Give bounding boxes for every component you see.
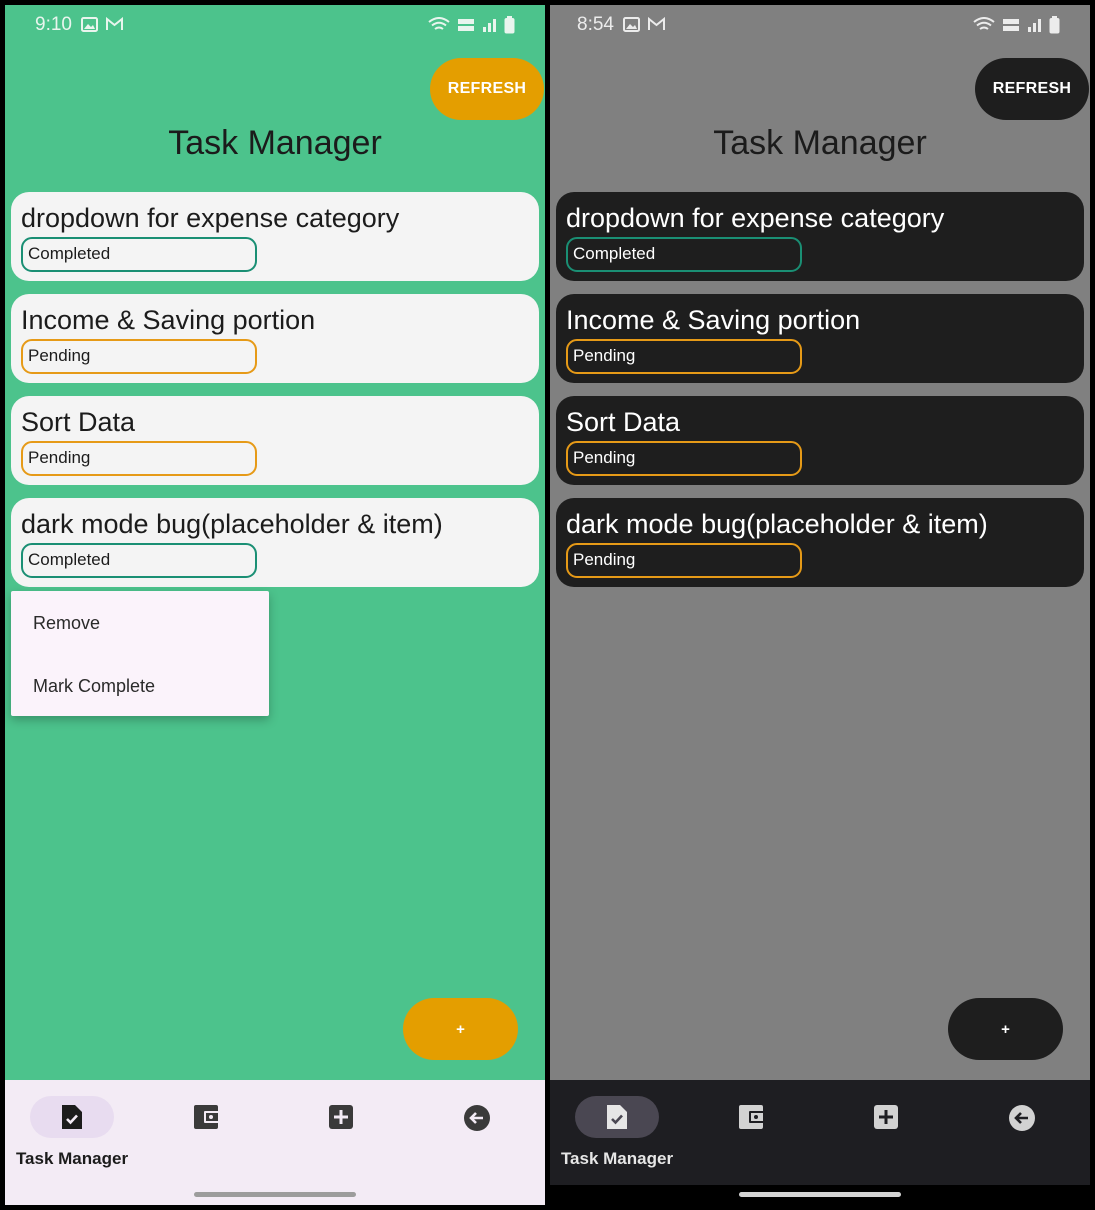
nav-label: Task Manager bbox=[15, 1149, 129, 1168]
nav-item-back[interactable] bbox=[410, 1080, 544, 1185]
add-task-fab[interactable]: + bbox=[403, 998, 518, 1060]
task-card[interactable]: Sort Data Pending bbox=[11, 396, 539, 485]
dark-theme-screen: 8:54 REFRESH Task Manager dropdown for e… bbox=[550, 5, 1090, 1205]
nav-item-add[interactable] bbox=[820, 1080, 954, 1185]
signal-icon bbox=[483, 19, 496, 32]
nav-label: Task Manager bbox=[560, 1149, 674, 1168]
refresh-button[interactable]: REFRESH bbox=[975, 58, 1089, 120]
status-bar: 8:54 bbox=[550, 5, 1090, 45]
task-title: dark mode bug(placeholder & item) bbox=[566, 509, 988, 539]
task-title: dark mode bug(placeholder & item) bbox=[21, 509, 443, 539]
refresh-button[interactable]: REFRESH bbox=[430, 58, 544, 120]
task-card[interactable]: dark mode bug(placeholder & item) Pendin… bbox=[556, 498, 1084, 587]
bottom-navigation: Task Manager bbox=[550, 1080, 1090, 1185]
status-time: 9:10 bbox=[35, 14, 72, 35]
page-title: Task Manager bbox=[168, 124, 382, 162]
nav-item-wallet[interactable] bbox=[685, 1080, 819, 1185]
gallery-icon bbox=[81, 17, 98, 32]
status-dropdown[interactable]: Completed bbox=[21, 237, 257, 272]
status-dropdown[interactable]: Pending bbox=[21, 441, 257, 476]
task-card[interactable]: dropdown for expense category Completed bbox=[556, 192, 1084, 281]
add-box-icon bbox=[329, 1105, 353, 1129]
page-title: Task Manager bbox=[713, 124, 927, 162]
status-dropdown[interactable]: Pending bbox=[21, 339, 257, 374]
status-bar: 9:10 bbox=[5, 5, 545, 45]
menu-item-remove[interactable]: Remove bbox=[33, 613, 100, 634]
task-title: Income & Saving portion bbox=[566, 305, 861, 335]
add-task-fab[interactable]: + bbox=[948, 998, 1063, 1060]
menu-item-mark-complete[interactable]: Mark Complete bbox=[33, 676, 155, 697]
bottom-navigation: Task Manager bbox=[5, 1080, 545, 1185]
status-dropdown[interactable]: Completed bbox=[566, 237, 802, 272]
volte-icon bbox=[458, 19, 474, 31]
status-time: 8:54 bbox=[577, 14, 614, 35]
signal-icon bbox=[1028, 19, 1041, 32]
nav-item-add[interactable] bbox=[275, 1080, 409, 1185]
gmail-icon bbox=[648, 17, 665, 30]
status-dropdown[interactable]: Completed bbox=[21, 543, 257, 578]
wallet-icon bbox=[194, 1105, 220, 1129]
nav-item-back[interactable] bbox=[955, 1080, 1089, 1185]
nav-item-task-manager[interactable]: Task Manager bbox=[5, 1080, 139, 1185]
task-title: Income & Saving portion bbox=[21, 305, 316, 335]
task-title: dropdown for expense category bbox=[21, 203, 400, 233]
wallet-icon bbox=[739, 1105, 765, 1129]
gmail-icon bbox=[106, 17, 123, 30]
battery-icon bbox=[504, 16, 515, 34]
back-icon bbox=[1009, 1105, 1035, 1131]
task-list: dropdown for expense category Completed … bbox=[11, 192, 539, 600]
home-indicator[interactable] bbox=[739, 1192, 901, 1197]
wifi-icon bbox=[973, 17, 995, 30]
task-card[interactable]: Income & Saving portion Pending bbox=[11, 294, 539, 383]
status-dropdown[interactable]: Pending bbox=[566, 543, 802, 578]
nav-item-task-manager[interactable]: Task Manager bbox=[550, 1080, 684, 1185]
context-menu: Remove Mark Complete bbox=[11, 591, 269, 716]
task-card[interactable]: Sort Data Pending bbox=[556, 396, 1084, 485]
task-card[interactable]: dark mode bug(placeholder & item) Comple… bbox=[11, 498, 539, 587]
task-title: Sort Data bbox=[21, 407, 136, 437]
task-card[interactable]: Income & Saving portion Pending bbox=[556, 294, 1084, 383]
battery-icon bbox=[1049, 16, 1060, 34]
task-icon bbox=[62, 1105, 82, 1129]
task-card[interactable]: dropdown for expense category Completed bbox=[11, 192, 539, 281]
home-indicator[interactable] bbox=[194, 1192, 356, 1197]
add-box-icon bbox=[874, 1105, 898, 1129]
light-theme-screen: 9:10 REFRESH Task Manager dropdown for e… bbox=[5, 5, 545, 1205]
task-icon bbox=[607, 1105, 627, 1129]
status-dropdown[interactable]: Pending bbox=[566, 441, 802, 476]
status-dropdown[interactable]: Pending bbox=[566, 339, 802, 374]
nav-item-wallet[interactable] bbox=[140, 1080, 274, 1185]
task-title: Sort Data bbox=[566, 407, 681, 437]
wifi-icon bbox=[428, 17, 450, 30]
back-icon bbox=[464, 1105, 490, 1131]
gallery-icon bbox=[623, 17, 640, 32]
task-title: dropdown for expense category bbox=[566, 203, 945, 233]
volte-icon bbox=[1003, 19, 1019, 31]
task-list: dropdown for expense category Completed … bbox=[556, 192, 1084, 600]
